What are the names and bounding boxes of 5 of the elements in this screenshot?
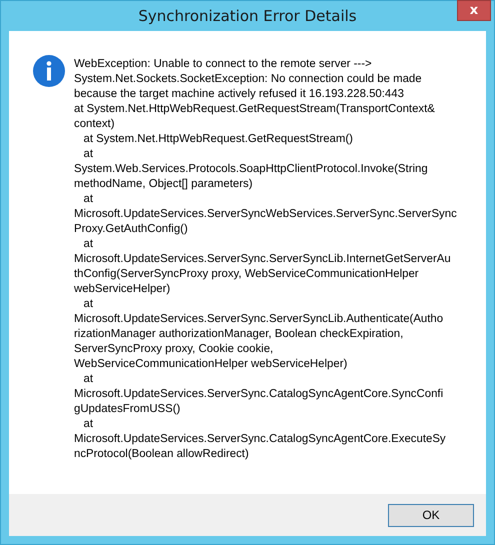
window-title: Synchronization Error Details xyxy=(138,7,357,25)
error-message: WebException: Unable to connect to the remote server ---> System.Net.Sockets.SocketException: No connection could be made because the target machine actively refused it 16.193.228.50:443 at System.Net.HttpWebRequest.GetRequestStream(TransportContext& context) at System.Net.HttpWebRequest.GetRequestStream() at System.Web.Services.Protocols.SoapHttpClientProtocol.Invoke(String methodName, Object[] parameters) at Microsoft.UpdateServices.ServerSyncWebServices.ServerSync.ServerSync Proxy.GetAuthConfig() at Microsoft.UpdateServices.ServerSync.ServerSyncLib.InternetGetServerAu thConfig(ServerSyncProxy proxy, WebServiceCommunicationHelper webServiceHelper) at Microsoft.UpdateServices.ServerSync.ServerSyncLib.Authenticate(Autho rizationManager authorizationManager, Boolean checkExpiration, ServerSyncProxy proxy, Cookie cookie, WebServiceCommunicationHelper webServiceHelper) at Microsoft.UpdateServices.ServerSync.CatalogSyncAgentCore.SyncConfi gUpdatesFromUSS() at Microsoft.UpdateServices.ServerSync.CatalogSyncAgentCore.ExecuteSy ncProtocol(Boolean allowRedirect) xyxy=(74,57,457,462)
close-button[interactable]: x xyxy=(457,0,491,21)
ok-button[interactable]: OK xyxy=(388,504,474,526)
info-icon xyxy=(33,55,65,87)
